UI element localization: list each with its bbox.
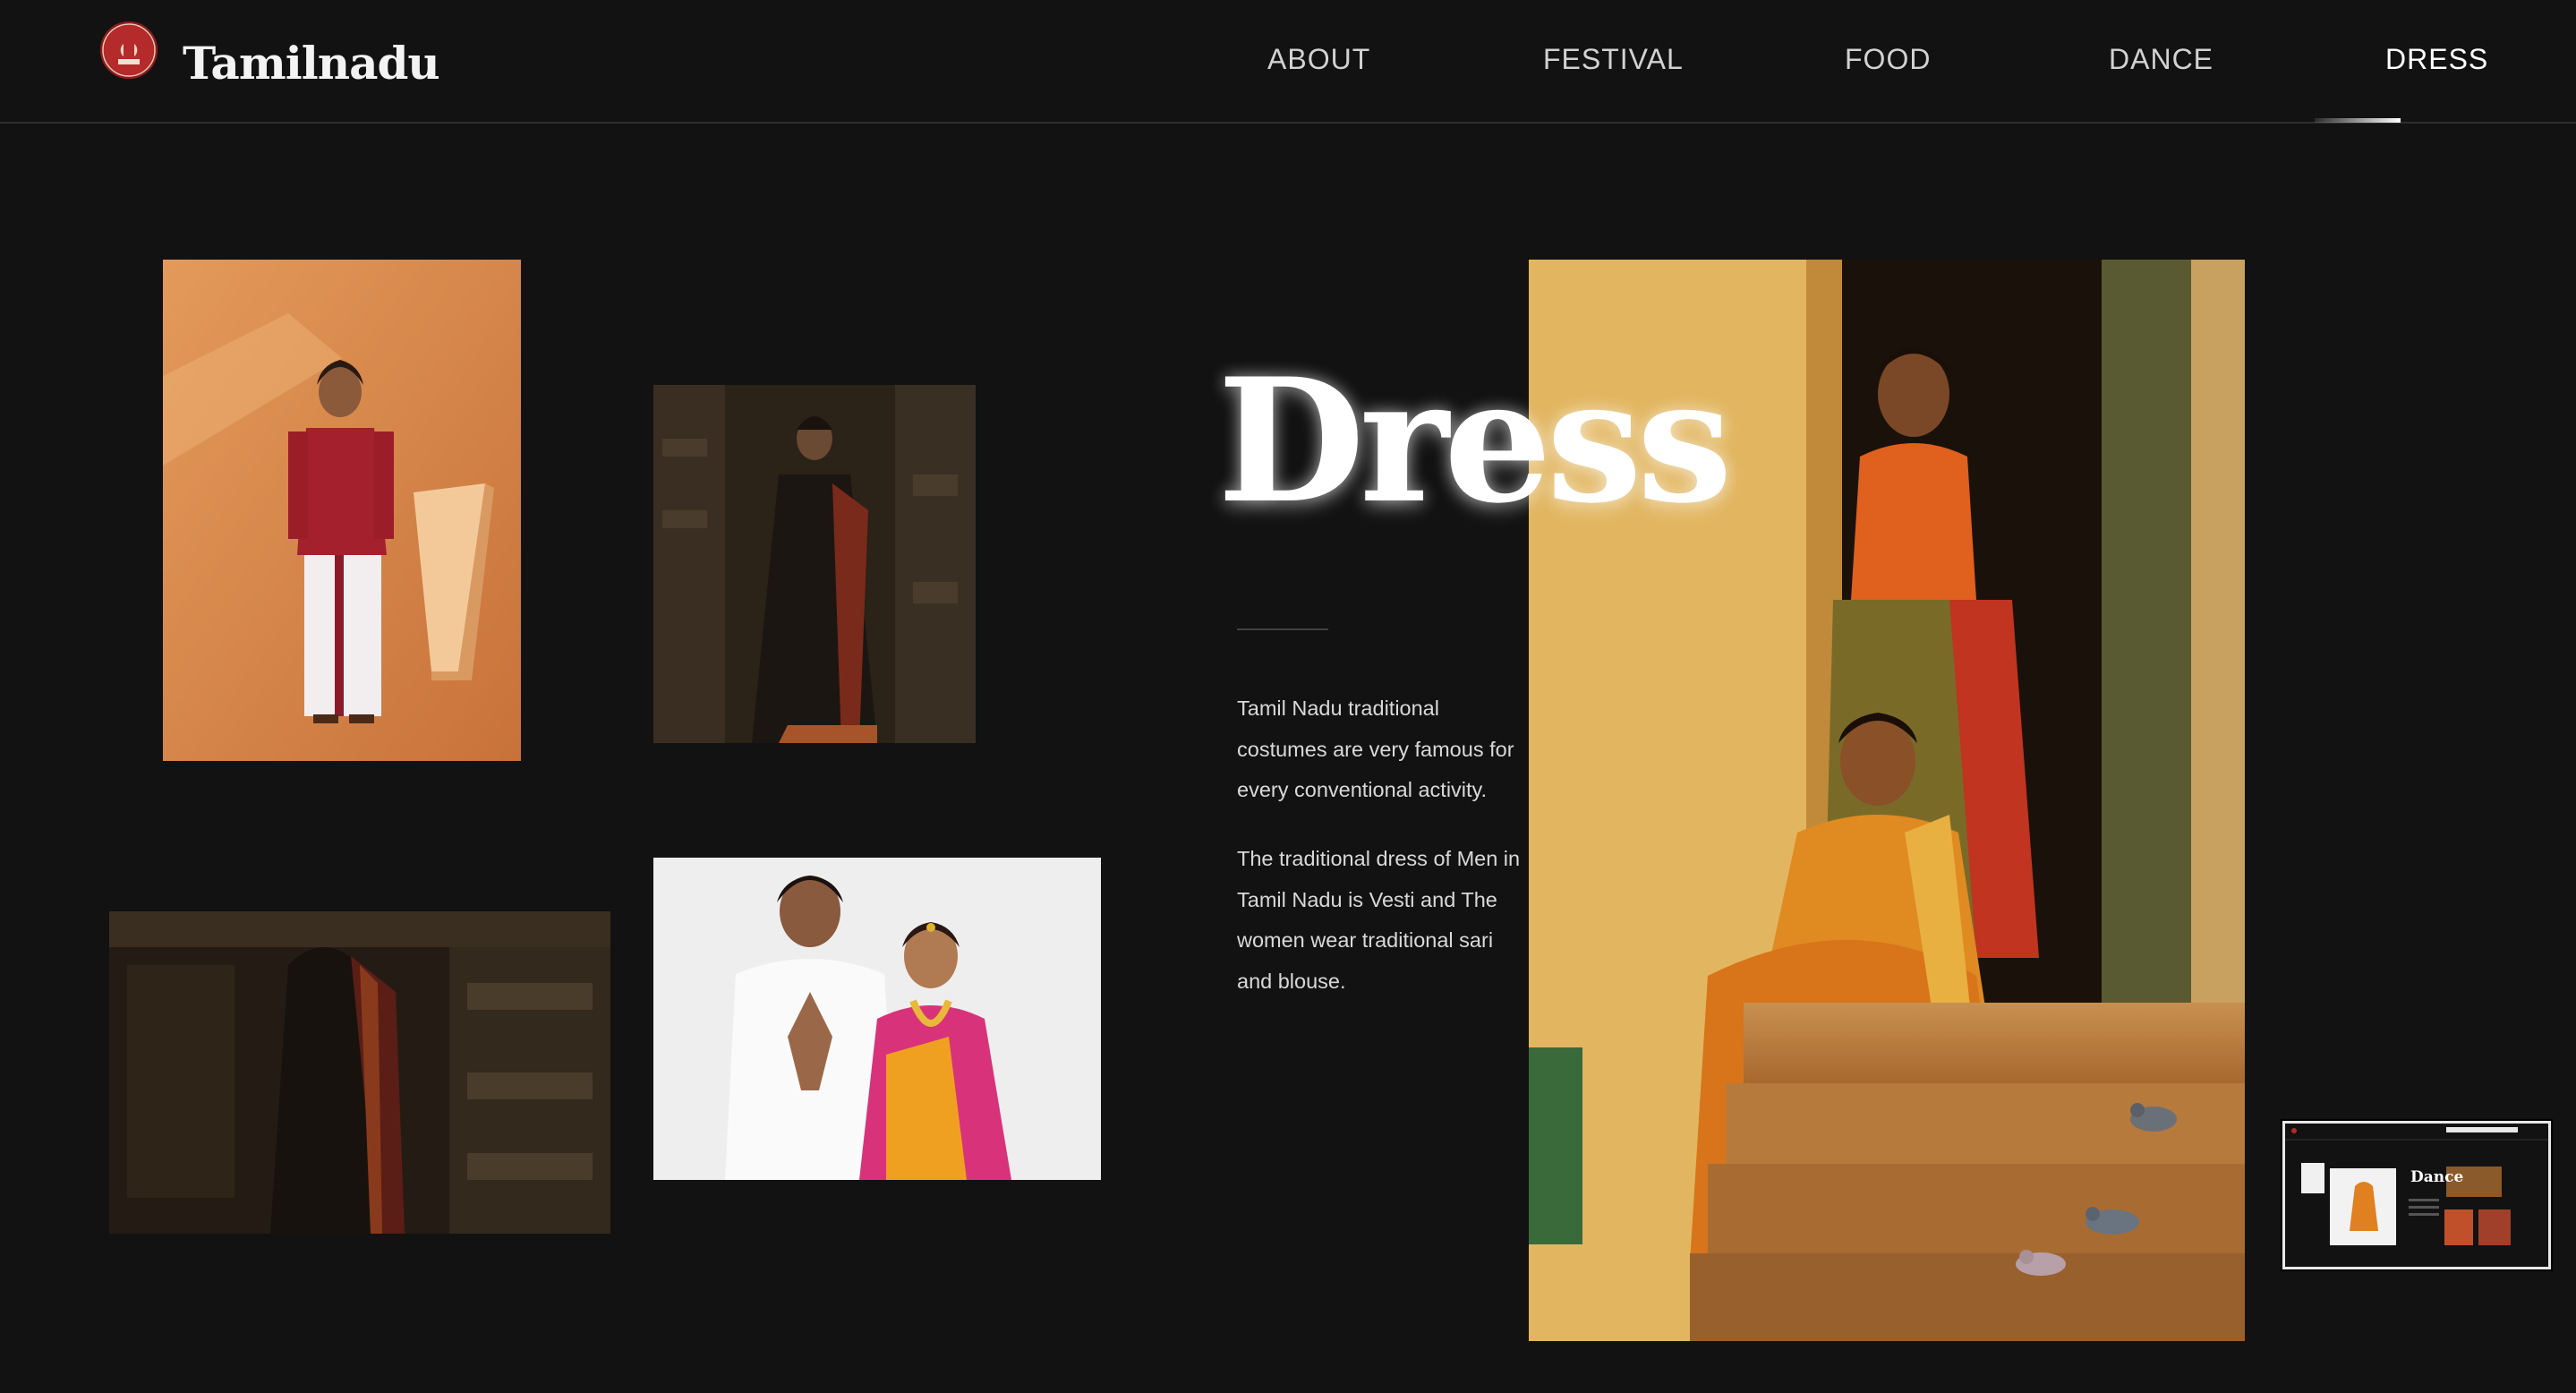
nav-food[interactable]: FOOD: [1845, 45, 1931, 73]
preview-title: Dance: [2410, 1168, 2464, 1186]
nav-dance[interactable]: DANCE: [2109, 45, 2213, 73]
next-page-preview-thumbnail[interactable]: Dance: [2282, 1121, 2551, 1269]
nav-about[interactable]: ABOUT: [1267, 45, 1370, 73]
page: Tamilnadu ABOUT FESTIVAL FOOD DANCE DRES…: [0, 0, 2576, 1393]
photo-man-vesti: [163, 260, 521, 761]
title-divider: [1237, 628, 1328, 630]
photo-woman-saree-temple: [653, 385, 976, 743]
photo-saree-back-temple: [109, 911, 610, 1234]
intro-paragraph: Tamil Nadu traditional costumes are very…: [1237, 696, 1514, 801]
nav-festival[interactable]: FESTIVAL: [1543, 45, 1684, 73]
nav-active-indicator: [2315, 118, 2401, 123]
dress-description-paragraph: The traditional dress of Men in Tamil Na…: [1237, 847, 1521, 993]
site-header: Tamilnadu ABOUT FESTIVAL FOOD DANCE DRES…: [0, 0, 2576, 124]
page-title: Dress: [1217, 341, 1733, 541]
tamilnadu-emblem-logo[interactable]: [100, 21, 158, 79]
photo-couple-traditional: [653, 858, 1101, 1180]
nav-dress[interactable]: DRESS: [2385, 45, 2488, 73]
brand-name[interactable]: Tamilnadu: [183, 41, 440, 86]
